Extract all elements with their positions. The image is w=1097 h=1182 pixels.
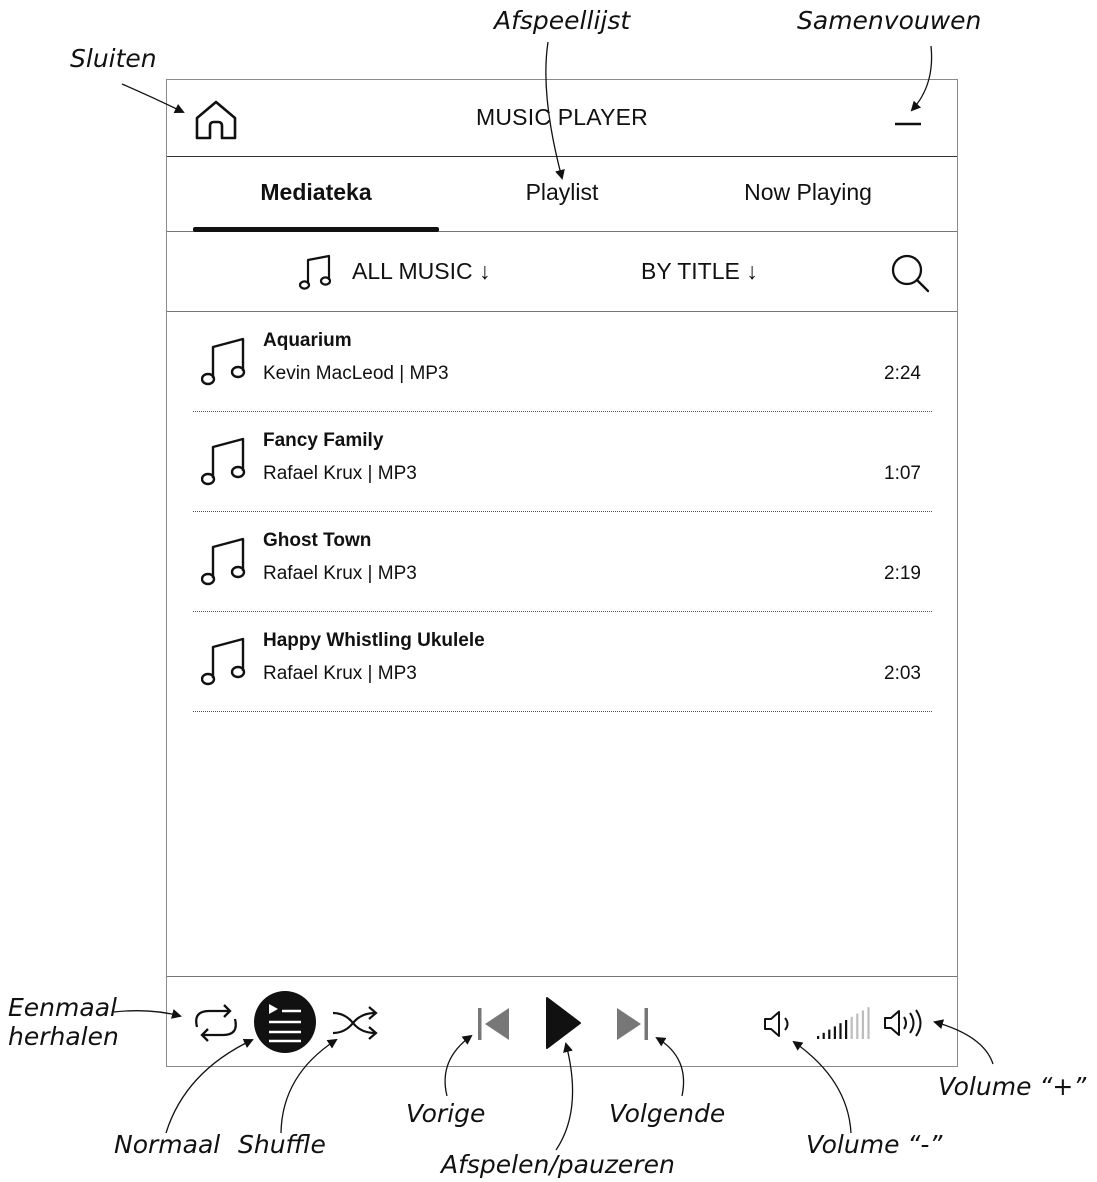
- shuffle-button[interactable]: [331, 1003, 381, 1043]
- volume-bar: [867, 1007, 870, 1039]
- minimize-icon: [895, 122, 921, 126]
- track-artist-format: Kevin MacLeod | MP3: [263, 363, 449, 384]
- music-note-icon: [201, 637, 246, 686]
- sort-dropdown[interactable]: BY TITLE ↓: [641, 258, 758, 285]
- volume-bar: [828, 1029, 831, 1039]
- previous-icon: [478, 1008, 509, 1040]
- track-artist-format: Rafael Krux | MP3: [263, 463, 417, 484]
- annotation-shuffle: Shuffle: [238, 1130, 326, 1159]
- play-icon: [546, 997, 581, 1049]
- repeat-icon: [195, 1004, 237, 1042]
- source-filter-dropdown[interactable]: ALL MUSIC ↓: [352, 258, 490, 285]
- track-row[interactable]: Fancy Family Rafael Krux | MP3 1:07: [193, 412, 932, 512]
- music-player-screen: MUSIC PLAYER Mediateka Playlist Now Play…: [166, 79, 958, 1067]
- track-title: Fancy Family: [263, 430, 384, 451]
- play-pause-button[interactable]: [543, 995, 583, 1051]
- volume-down-icon: [764, 1011, 789, 1037]
- normal-order-icon: [254, 991, 316, 1053]
- annotation-volume-down: Volume “-”: [806, 1130, 943, 1159]
- annotation-collapse: Samenvouwen: [797, 6, 982, 35]
- volume-bar: [845, 1020, 848, 1039]
- volume-bar: [822, 1032, 825, 1039]
- annotation-playlist: Afspeellijst: [494, 6, 631, 35]
- track-title: Happy Whistling Ukulele: [263, 630, 485, 651]
- repeat-button[interactable]: [189, 1001, 243, 1045]
- volume-up-icon: [884, 1009, 922, 1037]
- music-note-icon: [201, 537, 246, 586]
- track-list: Aquarium Kevin MacLeod | MP3 2:24 Fancy …: [193, 312, 932, 712]
- collapse-button[interactable]: [893, 102, 923, 126]
- tab-bar: Mediateka Playlist Now Playing: [167, 157, 957, 232]
- volume-level-indicator[interactable]: [815, 1005, 875, 1041]
- volume-bar: [856, 1013, 859, 1039]
- previous-button[interactable]: [475, 1005, 511, 1043]
- music-note-icon: [201, 337, 246, 386]
- music-note-icon: [299, 254, 332, 290]
- next-button[interactable]: [615, 1005, 651, 1043]
- track-row[interactable]: Happy Whistling Ukulele Rafael Krux | MP…: [193, 612, 932, 712]
- track-duration: 1:07: [884, 463, 921, 484]
- track-row[interactable]: Aquarium Kevin MacLeod | MP3 2:24: [193, 312, 932, 412]
- volume-bar: [833, 1026, 836, 1039]
- track-title: Ghost Town: [263, 530, 372, 551]
- tab-playlist[interactable]: Playlist: [439, 179, 685, 206]
- track-row[interactable]: Ghost Town Rafael Krux | MP3 2:19: [193, 512, 932, 612]
- annotation-volume-up: Volume “+”: [938, 1072, 1087, 1101]
- volume-bar: [861, 1010, 864, 1039]
- tab-now-playing[interactable]: Now Playing: [685, 179, 931, 206]
- annotation-normal: Normaal: [114, 1130, 221, 1159]
- volume-bar: [839, 1023, 842, 1039]
- search-icon: [891, 254, 930, 293]
- normal-order-button[interactable]: [253, 990, 317, 1054]
- annotation-close: Sluiten: [70, 44, 157, 73]
- next-icon: [617, 1008, 648, 1040]
- track-title: Aquarium: [263, 330, 352, 351]
- playback-controls: [167, 976, 957, 1068]
- volume-bar: [817, 1036, 820, 1039]
- track-artist-format: Rafael Krux | MP3: [263, 663, 417, 684]
- annotation-previous: Vorige: [406, 1099, 486, 1128]
- app-header: MUSIC PLAYER: [167, 80, 957, 157]
- shuffle-icon: [332, 1006, 378, 1040]
- volume-up-button[interactable]: [883, 1007, 929, 1039]
- volume-down-button[interactable]: [763, 1009, 797, 1039]
- track-duration: 2:03: [884, 663, 921, 684]
- track-artist-format: Rafael Krux | MP3: [263, 563, 417, 584]
- tab-mediateka[interactable]: Mediateka: [193, 179, 439, 206]
- annotation-repeat-once-line1: Eenmaal: [8, 993, 117, 1022]
- annotation-next: Volgende: [609, 1099, 726, 1128]
- filter-bar: ALL MUSIC ↓ BY TITLE ↓: [167, 232, 957, 312]
- annotation-play-pause: Afspelen/pauzeren: [441, 1150, 675, 1179]
- track-duration: 2:19: [884, 563, 921, 584]
- track-duration: 2:24: [884, 363, 921, 384]
- page-title: MUSIC PLAYER: [476, 104, 648, 130]
- music-note-icon: [201, 437, 246, 486]
- search-button[interactable]: [889, 252, 931, 294]
- volume-bar: [850, 1016, 853, 1039]
- annotation-repeat-once-line2: herhalen: [8, 1022, 119, 1051]
